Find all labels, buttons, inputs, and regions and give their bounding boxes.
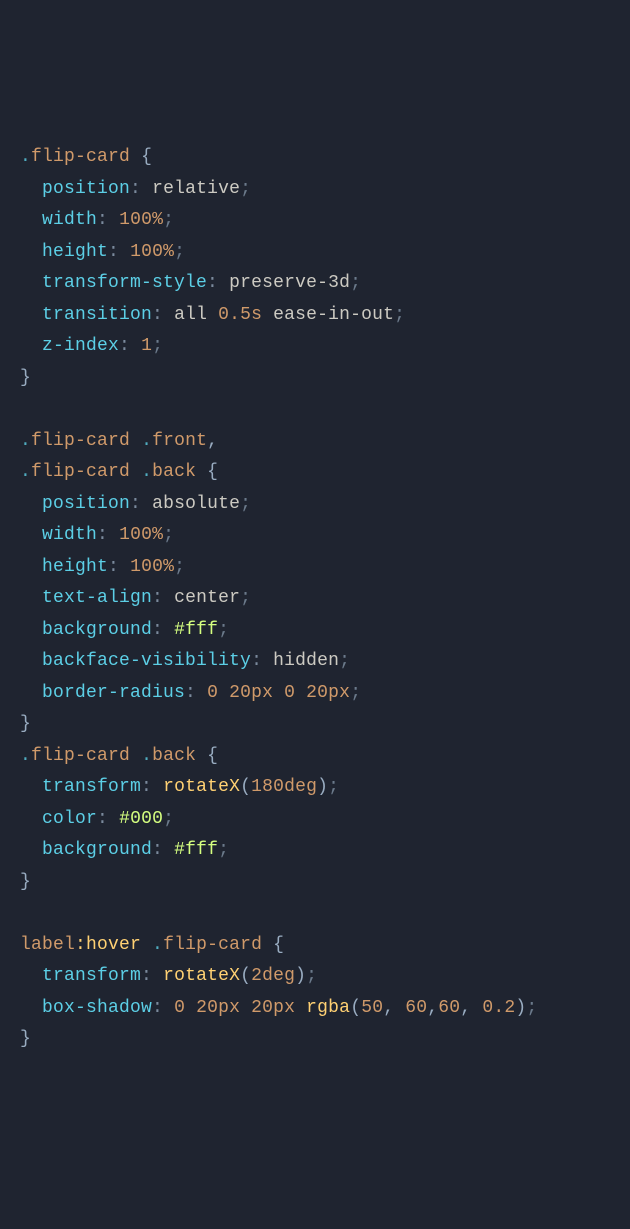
css-property: backface-visibility	[42, 651, 251, 671]
css-property: transition	[42, 305, 152, 325]
css-value: absolute	[152, 494, 240, 514]
css-property: box-shadow	[42, 998, 152, 1018]
css-property: width	[42, 525, 97, 545]
css-property: position	[42, 179, 130, 199]
css-value: 100%	[119, 525, 163, 545]
css-property: height	[42, 242, 108, 262]
css-value: 0 20px 0 20px	[207, 683, 350, 703]
css-value: 0 20px 20px rgba(50, 60,60, 0.2)	[174, 998, 526, 1018]
css-property: transform	[42, 966, 141, 986]
css-value: preserve-3d	[229, 273, 350, 293]
css-property: transform-style	[42, 273, 207, 293]
css-selector: label:hover .flip-card	[20, 935, 262, 955]
css-value: #fff	[174, 840, 218, 860]
css-selector: .flip-card .front, .flip-card .back	[20, 431, 218, 483]
css-value: relative	[152, 179, 240, 199]
css-value: rotateX(2deg)	[163, 966, 306, 986]
css-property: position	[42, 494, 130, 514]
css-value: #fff	[174, 620, 218, 640]
css-property: transform	[42, 777, 141, 797]
css-selector: .flip-card	[20, 147, 130, 167]
css-property: width	[42, 210, 97, 230]
css-selector: .flip-card .back	[20, 746, 196, 766]
css-property: color	[42, 809, 97, 829]
css-property: height	[42, 557, 108, 577]
css-value: hidden	[273, 651, 339, 671]
css-value: all 0.5s ease-in-out	[174, 305, 394, 325]
css-value: 100%	[130, 557, 174, 577]
css-value: 1	[141, 336, 152, 356]
css-value: 100%	[119, 210, 163, 230]
css-value: rotateX(180deg)	[163, 777, 328, 797]
css-property: background	[42, 620, 152, 640]
css-value: center	[174, 588, 240, 608]
css-property: border-radius	[42, 683, 185, 703]
css-property: text-align	[42, 588, 152, 608]
css-property: z-index	[42, 336, 119, 356]
css-property: background	[42, 840, 152, 860]
css-value: 100%	[130, 242, 174, 262]
css-value: #000	[119, 809, 163, 829]
code-block: .flip-card { position: relative; width: …	[20, 142, 610, 1056]
